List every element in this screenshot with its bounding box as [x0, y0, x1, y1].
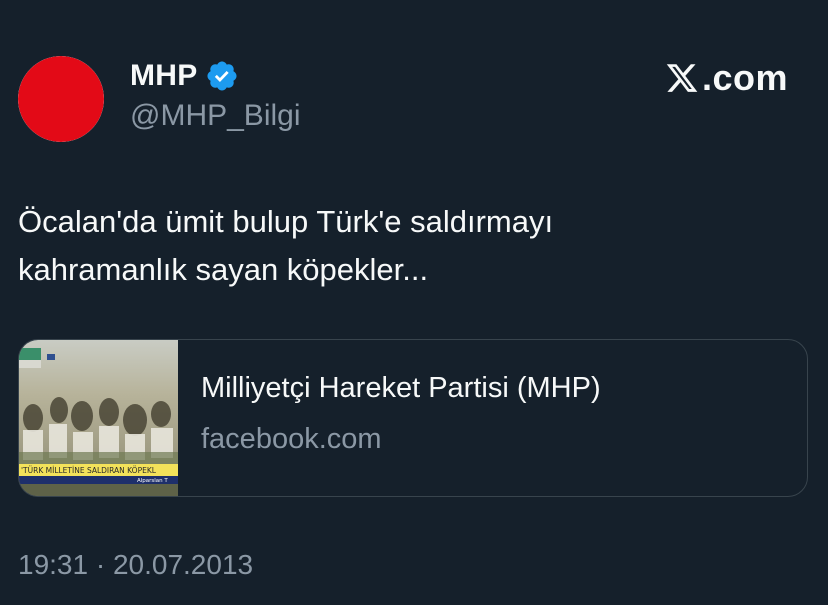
link-card-thumbnail: 'TÜRK MİLLETİNE SALDIRAN KÖPEKL Alparsla…	[19, 340, 178, 496]
thumbnail-caption: 'TÜRK MİLLETİNE SALDIRAN KÖPEKL	[21, 466, 157, 475]
brand-domain-text: .com	[701, 57, 788, 98]
x-com-brand: .com	[664, 57, 788, 98]
tweet-timestamp[interactable]: 19:31 · 20.07.2013	[18, 549, 253, 581]
link-preview-card[interactable]: 'TÜRK MİLLETİNE SALDIRAN KÖPEKL Alparsla…	[18, 339, 808, 497]
link-card-domain: facebook.com	[201, 423, 382, 455]
verified-badge-icon	[207, 61, 237, 91]
news-footage-image: 'TÜRK MİLLETİNE SALDIRAN KÖPEKL Alparsla…	[19, 340, 178, 496]
author-name-row: MHP	[130, 56, 239, 96]
avatar[interactable]	[18, 56, 104, 142]
mhp-crescents-logo-icon	[18, 56, 104, 142]
tweet-text: Öcalan'da ümit bulup Türk'e saldırmayı k…	[18, 204, 554, 287]
tweet-card: MHP @MHP_Bilgi .com Öcalan'da ümit bulup…	[0, 0, 828, 605]
link-card-title: Milliyetçi Hareket Partisi (MHP)	[201, 372, 601, 404]
thumbnail-subcaption: Alparslan T	[137, 478, 168, 484]
author-display-name[interactable]: MHP	[130, 59, 198, 93]
x-logo-icon	[666, 64, 698, 92]
author-handle[interactable]: @MHP_Bilgi	[130, 99, 301, 133]
